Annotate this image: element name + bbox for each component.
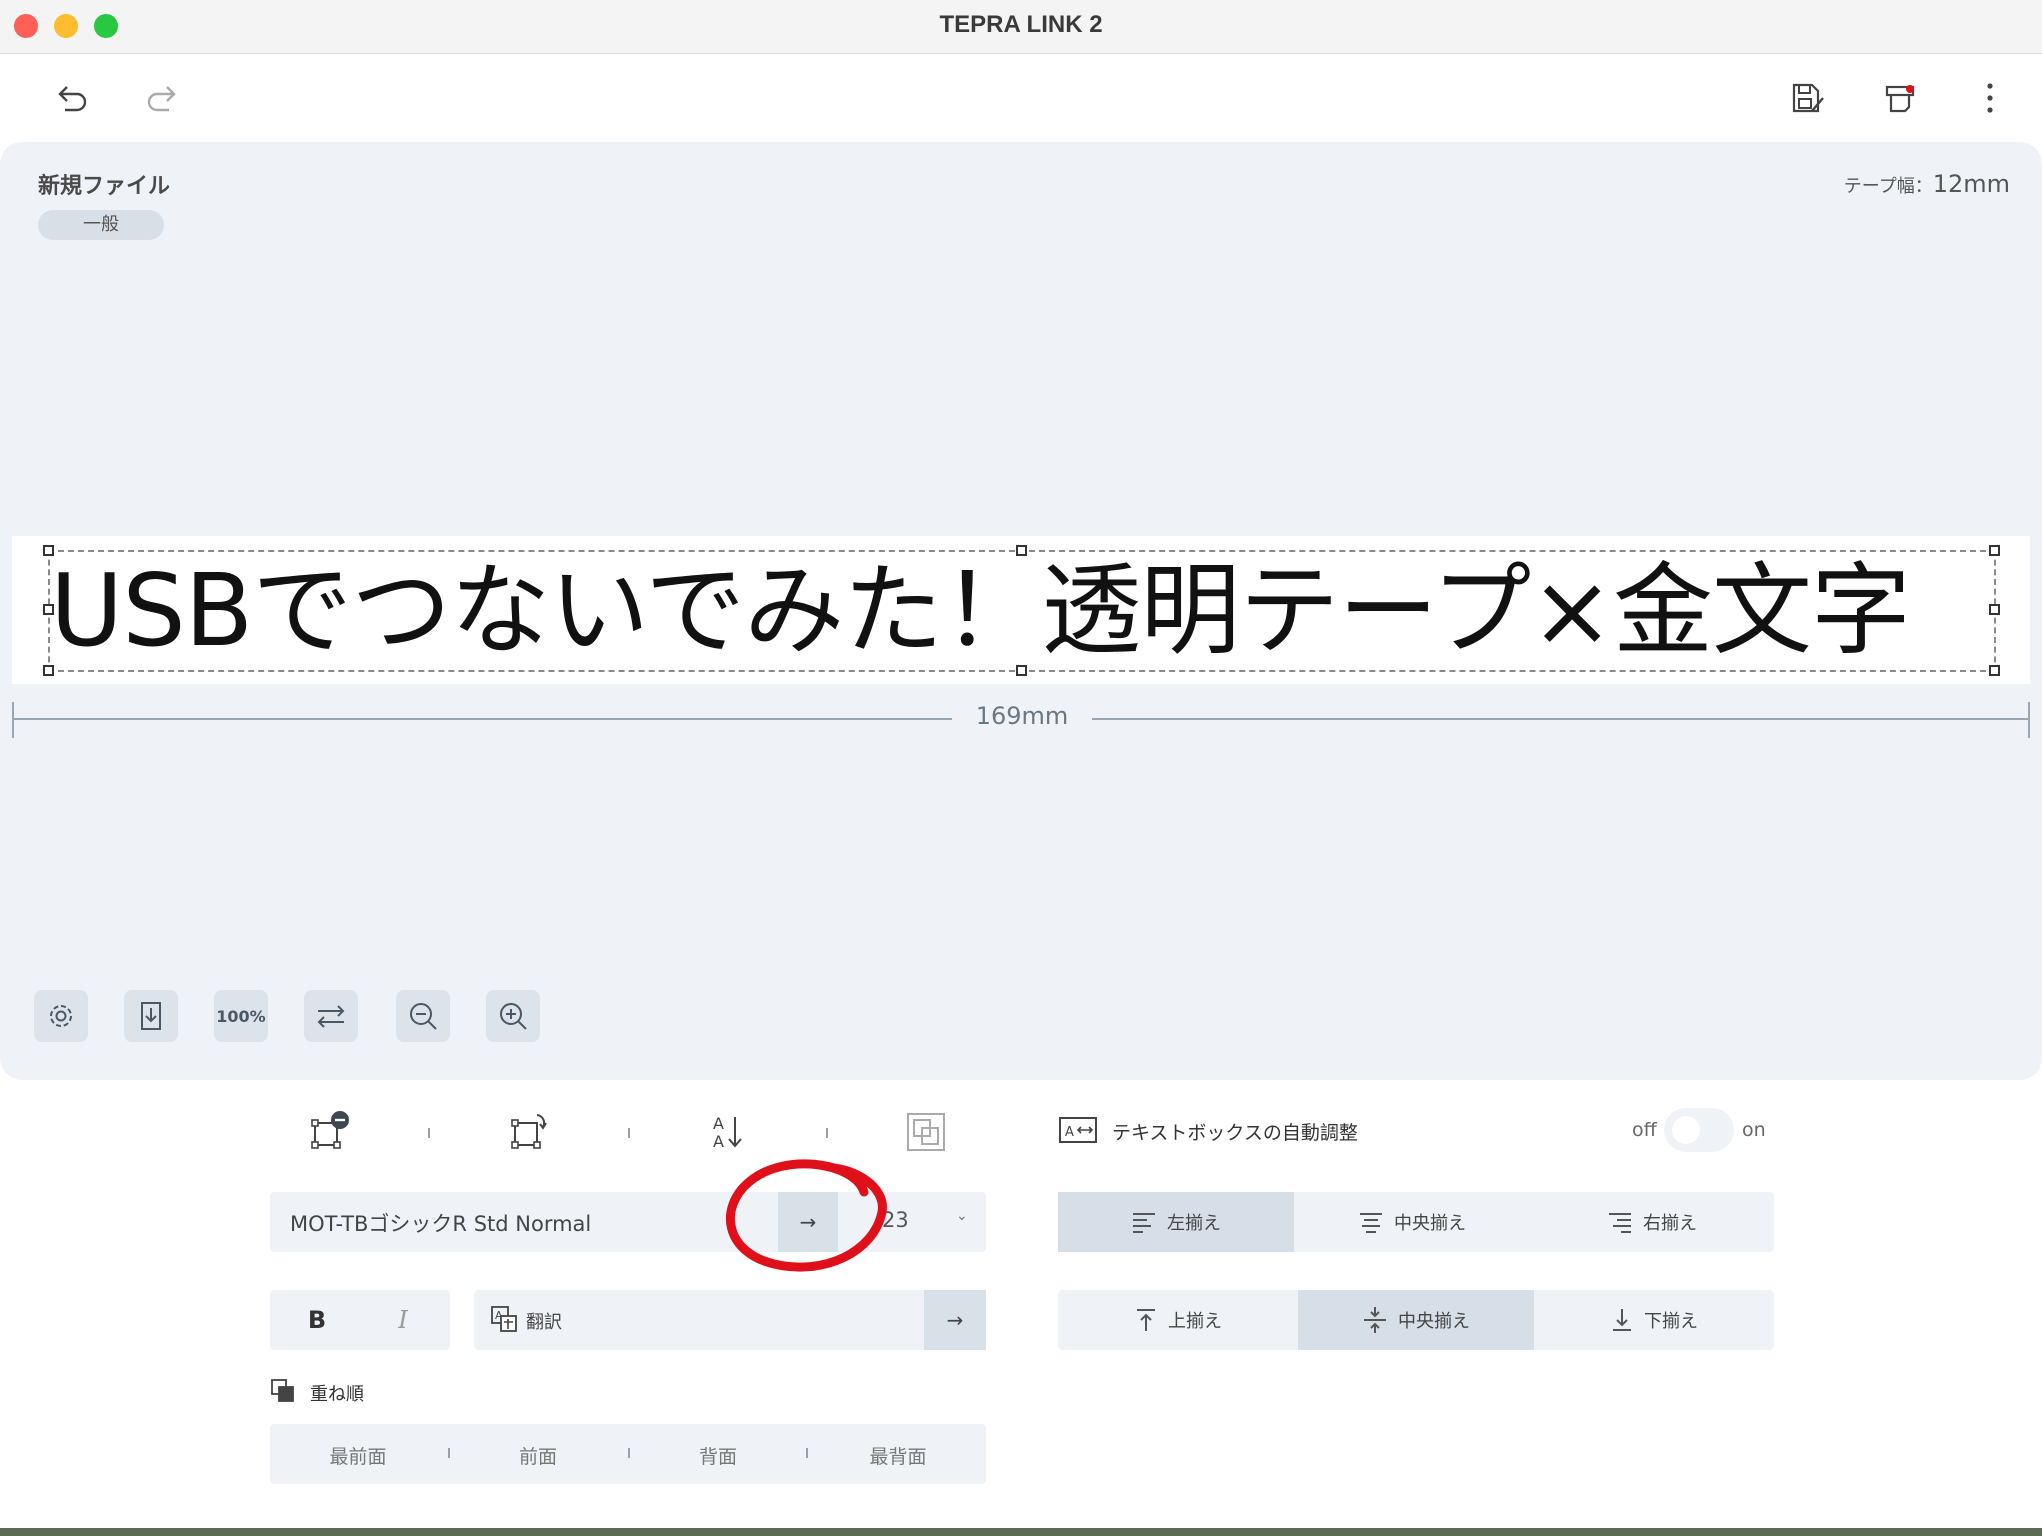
rotate-object-button[interactable] bbox=[502, 1104, 558, 1160]
category-badge: 一般 bbox=[38, 210, 164, 240]
save-edit-icon[interactable] bbox=[1784, 74, 1832, 122]
gear-icon bbox=[50, 1005, 72, 1027]
align-top-label: 上揃え bbox=[1168, 1311, 1222, 1332]
send-to-back-button[interactable]: 最背面 bbox=[818, 1442, 978, 1469]
length-tick-right bbox=[2028, 702, 2030, 738]
window-title: TEPRA LINK 2 bbox=[939, 11, 1103, 38]
align-right-button[interactable]: 右揃え bbox=[1530, 1192, 1774, 1252]
align-bottom-label: 下揃え bbox=[1644, 1311, 1698, 1332]
layer-order-title: 重ね順 bbox=[310, 1384, 364, 1405]
align-bottom-button[interactable]: 下揃え bbox=[1534, 1290, 1774, 1350]
bring-forward-button[interactable]: 前面 bbox=[458, 1442, 618, 1469]
resize-handle-top[interactable] bbox=[1016, 545, 1027, 556]
remove-object-icon bbox=[311, 1111, 349, 1149]
tape-width-label: テープ幅： bbox=[1843, 176, 1933, 197]
translate-arrow-button[interactable]: → bbox=[924, 1290, 986, 1350]
align-center-button[interactable]: 中央揃え bbox=[1294, 1192, 1530, 1252]
print-icon[interactable] bbox=[1876, 74, 1924, 122]
align-center-icon bbox=[1360, 1213, 1382, 1233]
resize-handle-left[interactable] bbox=[43, 604, 54, 615]
svg-text:A: A bbox=[713, 1132, 724, 1151]
order-separator bbox=[628, 1448, 630, 1458]
zoom-out-icon bbox=[410, 1003, 437, 1030]
align-left-icon bbox=[1133, 1213, 1155, 1233]
align-left-button[interactable]: 左揃え bbox=[1058, 1192, 1294, 1252]
translate-icon: A bbox=[491, 1306, 517, 1332]
tool-separator bbox=[826, 1128, 828, 1138]
resize-handle-top-left[interactable] bbox=[43, 545, 54, 556]
resize-handle-top-right[interactable] bbox=[1989, 545, 2000, 556]
tool-separator bbox=[428, 1128, 430, 1138]
import-button[interactable] bbox=[124, 990, 178, 1042]
autofit-textbox-icon: A bbox=[1059, 1117, 1097, 1143]
send-backward-button[interactable]: 背面 bbox=[638, 1442, 798, 1469]
settings-button[interactable] bbox=[34, 990, 88, 1042]
italic-button[interactable]: I bbox=[386, 1303, 420, 1337]
swap-arrows-icon bbox=[317, 1005, 345, 1028]
autofit-label: テキストボックスの自動調整 bbox=[1112, 1122, 1358, 1144]
tape-width: テープ幅：12mm bbox=[1844, 170, 2010, 198]
delete-object-button[interactable] bbox=[302, 1104, 358, 1160]
zoom-100-button[interactable]: 100% bbox=[214, 990, 268, 1042]
rotate-button[interactable] bbox=[304, 990, 358, 1042]
length-tick-left bbox=[12, 702, 14, 738]
bold-button[interactable]: B bbox=[300, 1303, 334, 1337]
zoom-in-icon bbox=[500, 1003, 527, 1030]
zoom-out-button[interactable] bbox=[396, 990, 450, 1042]
resize-handle-bottom[interactable] bbox=[1016, 665, 1027, 676]
svg-text:A: A bbox=[1065, 1125, 1074, 1140]
vertical-text-icon: AA bbox=[713, 1114, 742, 1151]
align-top-button[interactable]: 上揃え bbox=[1058, 1290, 1298, 1350]
toggle-on-label: on bbox=[1742, 1119, 1766, 1141]
align-middle-label: 中央揃え bbox=[1398, 1311, 1470, 1332]
order-separator bbox=[806, 1448, 808, 1458]
tape-width-value: 12mm bbox=[1932, 170, 2010, 198]
label-length: 169mm bbox=[975, 702, 1069, 730]
resize-handle-right[interactable] bbox=[1989, 604, 2000, 615]
resize-handle-bottom-left[interactable] bbox=[43, 665, 54, 676]
chevron-down-icon[interactable]: ⌄ bbox=[956, 1208, 968, 1224]
zoom-in-button[interactable] bbox=[486, 990, 540, 1042]
translate-label: 翻訳 bbox=[526, 1312, 562, 1333]
desktop-strip bbox=[0, 1528, 2042, 1536]
length-line-right bbox=[1092, 718, 2030, 720]
label-text[interactable]: USBでつないでみた！透明テープ×金文字 bbox=[48, 550, 1996, 672]
group-icon bbox=[907, 1113, 945, 1151]
zoom-level: 100% bbox=[216, 1006, 266, 1026]
rotate-object-icon bbox=[511, 1114, 547, 1149]
annotation-circle bbox=[725, 1159, 887, 1272]
align-left-label: 左揃え bbox=[1167, 1213, 1221, 1234]
file-name: 新規ファイル bbox=[38, 174, 171, 199]
toggle-off-label: off bbox=[1632, 1119, 1657, 1141]
order-separator bbox=[448, 1448, 450, 1458]
text-style-group bbox=[270, 1290, 450, 1350]
group-object-button bbox=[898, 1104, 954, 1160]
more-vertical-icon[interactable] bbox=[1966, 74, 2014, 122]
align-middle-button[interactable]: 中央揃え bbox=[1298, 1290, 1534, 1350]
tool-separator bbox=[628, 1128, 630, 1138]
align-right-label: 右揃え bbox=[1643, 1213, 1697, 1234]
align-center-label: 中央揃え bbox=[1394, 1213, 1466, 1234]
align-bottom-icon bbox=[1613, 1309, 1631, 1331]
font-name: MOT-TBゴシックR Std Normal bbox=[290, 1212, 592, 1236]
resize-handle-bottom-right[interactable] bbox=[1989, 665, 2000, 676]
align-right-icon bbox=[1609, 1213, 1631, 1233]
align-top-icon bbox=[1137, 1309, 1155, 1331]
align-middle-icon bbox=[1364, 1307, 1386, 1333]
download-document-icon bbox=[141, 1002, 161, 1030]
layer-order-icon bbox=[271, 1379, 294, 1402]
svg-text:A: A bbox=[713, 1114, 724, 1133]
length-line-left bbox=[12, 718, 952, 720]
toggle-knob[interactable] bbox=[1672, 1116, 1700, 1144]
undo-icon[interactable] bbox=[48, 74, 96, 122]
redo-icon[interactable] bbox=[138, 74, 186, 122]
bring-to-front-button[interactable]: 最前面 bbox=[278, 1442, 438, 1469]
